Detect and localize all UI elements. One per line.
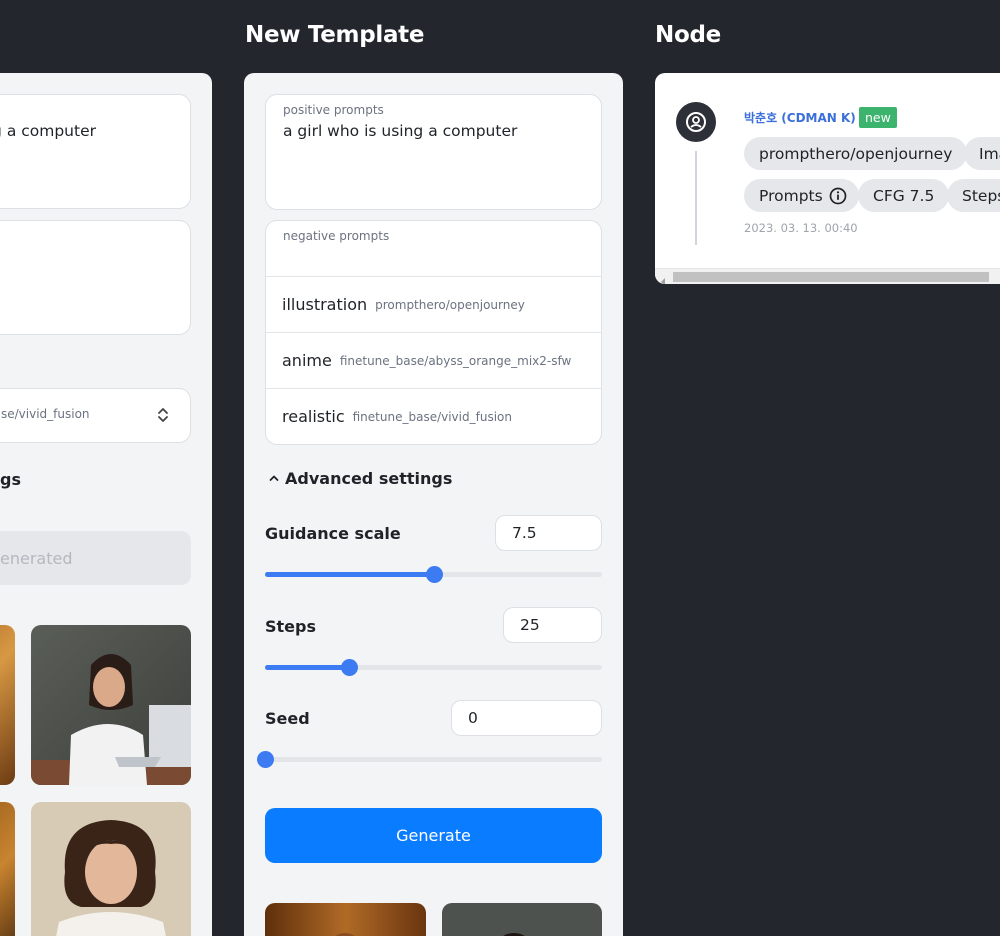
left-advanced-settings[interactable]: gs xyxy=(0,470,21,489)
node-timestamp: 2023. 03. 13. 00:40 xyxy=(744,221,858,235)
preset-option-name: anime xyxy=(282,351,332,370)
preset-option-name: illustration xyxy=(282,295,368,314)
chip-model[interactable]: prompthero/openjourney xyxy=(744,137,968,170)
left-thumbnail-3[interactable] xyxy=(0,802,15,936)
timeline-line xyxy=(695,151,697,245)
user-circle-icon xyxy=(676,102,716,142)
steps-slider[interactable] xyxy=(265,659,602,676)
chip-cfg[interactable]: CFG 7.5 xyxy=(858,179,950,212)
chip-prompts[interactable]: Prompts xyxy=(744,179,859,212)
positive-prompt-label: positive prompts xyxy=(283,103,384,117)
left-positive-prompt-box[interactable]: g a computer xyxy=(0,94,191,209)
steps-slider-fill xyxy=(265,665,350,670)
left-generated-button: enerated xyxy=(0,531,191,585)
caret-up-icon xyxy=(269,472,279,485)
node-card: 박춘호 (CDMAN K) new prompthero/openjourney… xyxy=(655,73,1000,284)
guidance-scale-slider[interactable] xyxy=(265,566,602,583)
preset-option-anime[interactable]: anime finetune_base/abyss_orange_mix2-sf… xyxy=(266,332,601,388)
negative-prompt-label: negative prompts xyxy=(283,229,390,243)
seed-input[interactable]: 0 xyxy=(451,700,602,736)
positive-prompt-box[interactable]: positive prompts a girl who is using a c… xyxy=(265,94,602,210)
horizontal-scrollbar[interactable] xyxy=(655,268,1000,284)
left-positive-prompt-text: g a computer xyxy=(0,122,96,140)
preset-option-illustration[interactable]: illustration prompthero/openjourney xyxy=(266,276,601,332)
result-thumbnail-1[interactable] xyxy=(265,903,426,936)
new-badge: new xyxy=(859,107,897,128)
horizontal-scrollbar-thumb[interactable] xyxy=(673,272,989,282)
chip-steps[interactable]: Steps xyxy=(947,179,1000,212)
left-thumbnail-2[interactable] xyxy=(31,625,191,785)
left-template-panel: g a computer se/vivid_fusion gs enerated xyxy=(0,73,212,936)
node-column-title: Node xyxy=(655,22,721,48)
chip-prompts-label: Prompts xyxy=(759,186,823,205)
advanced-settings-toggle[interactable]: Advanced settings xyxy=(269,469,452,488)
positive-prompt-input[interactable]: a girl who is using a computer xyxy=(283,122,517,140)
generate-button[interactable]: Generate xyxy=(265,808,602,863)
advanced-settings-label: Advanced settings xyxy=(285,469,453,488)
result-thumbnail-2[interactable] xyxy=(442,903,602,936)
guidance-scale-label: Guidance scale xyxy=(265,524,401,543)
new-template-panel: positive prompts a girl who is using a c… xyxy=(244,73,623,936)
guidance-scale-slider-thumb[interactable] xyxy=(425,566,443,583)
left-negative-prompt-box[interactable] xyxy=(0,220,191,335)
steps-slider-thumb[interactable] xyxy=(341,659,359,676)
guidance-scale-slider-fill xyxy=(265,572,434,577)
node-author[interactable]: 박춘호 (CDMAN K) xyxy=(744,109,856,126)
preset-option-model: finetune_base/abyss_orange_mix2-sfw xyxy=(339,353,572,368)
left-thumbnail-1[interactable] xyxy=(0,625,15,785)
template-column-title: New Template xyxy=(245,22,425,48)
preset-option-realistic[interactable]: realistic finetune_base/vivid_fusion xyxy=(266,388,601,444)
arrow-left-icon[interactable] xyxy=(659,272,667,284)
seed-label: Seed xyxy=(265,709,310,728)
steps-input[interactable]: 25 xyxy=(503,607,602,643)
info-circle-icon[interactable] xyxy=(829,187,847,205)
left-model-value: se/vivid_fusion xyxy=(1,407,90,421)
preset-option-model: finetune_base/vivid_fusion xyxy=(352,409,512,424)
guidance-scale-input[interactable]: 7.5 xyxy=(495,515,602,551)
left-generated-label: enerated xyxy=(0,548,73,568)
seed-slider-thumb[interactable] xyxy=(257,751,274,768)
preset-option-name: realistic xyxy=(282,407,345,426)
preset-option-model: prompthero/openjourney xyxy=(375,297,525,312)
chevron-updown-icon xyxy=(156,405,170,425)
seed-slider[interactable] xyxy=(257,751,602,768)
left-model-select[interactable]: se/vivid_fusion xyxy=(0,388,191,443)
steps-label: Steps xyxy=(265,617,316,636)
chip-image[interactable]: Ima xyxy=(964,137,1000,170)
negative-prompt-box[interactable]: negative prompts illustration prompthero… xyxy=(265,220,602,445)
left-thumbnail-4[interactable] xyxy=(31,802,191,936)
